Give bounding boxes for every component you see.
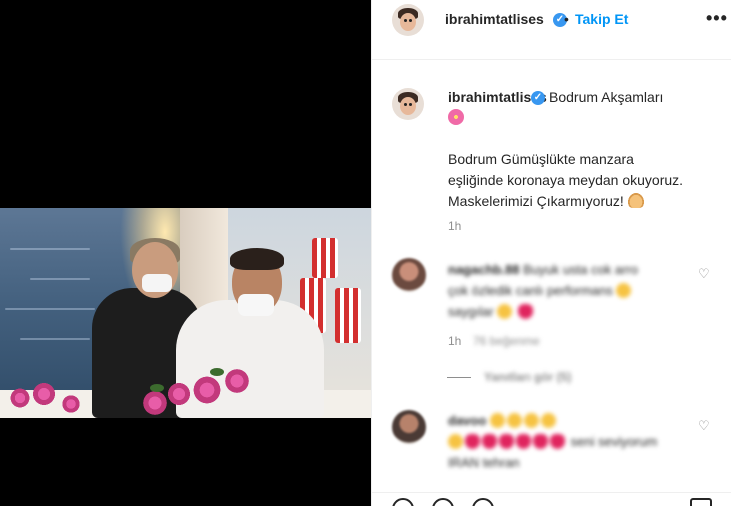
separator-dot: • (564, 11, 569, 27)
face-mask (238, 294, 274, 316)
comment-text: seni seviyorum (448, 431, 698, 452)
leaf (210, 368, 224, 376)
heart-emoji-icon (465, 434, 480, 449)
share-icon[interactable] (472, 498, 494, 506)
emoji-icon (540, 413, 556, 428)
comment-text: saygılar (448, 301, 688, 322)
comment-line: Buyuk usta cok arro (523, 262, 639, 277)
wave-highlight (20, 338, 90, 340)
wave-highlight (10, 248, 90, 250)
comment-text: nagachb.88 Buyuk usta cok arro (448, 259, 688, 280)
caption-title: Bodrum Akşamları (549, 89, 664, 105)
wave-highlight (30, 278, 90, 280)
caption-line: Bodrum Gümüşlükte manzara (448, 151, 634, 167)
leaf (150, 384, 164, 392)
comment-line: IRAN tehran (448, 455, 520, 470)
comment-username[interactable]: davoo (448, 413, 486, 428)
emoji-icon (489, 413, 505, 428)
heart-emoji-icon (517, 304, 533, 319)
comment-timestamp[interactable]: 1h (448, 334, 461, 348)
post-details-panel: ibrahimtatlises ✓ • Takip Et ••• ibrahim… (371, 0, 731, 506)
red-chair (335, 288, 361, 343)
caption-text: Bodrum Gümüşlükte manzara eşliğinde koro… (448, 149, 718, 212)
heart-emoji-icon (533, 434, 548, 449)
emoji-icon (523, 413, 539, 428)
save-icon[interactable] (690, 498, 712, 506)
like-icon[interactable] (392, 498, 414, 506)
hibiscus-emoji-icon (448, 109, 464, 125)
comment-line: çok özledik canlı performans (448, 283, 613, 298)
flowers (222, 366, 252, 396)
comment-avatar[interactable] (392, 410, 426, 444)
face-mask (142, 274, 172, 292)
heart-emoji-icon (550, 434, 565, 449)
post-photo (0, 208, 371, 418)
emoji-icon (497, 304, 513, 319)
comment-avatar[interactable] (392, 258, 426, 292)
heart-outline-icon[interactable]: ♡ (698, 267, 711, 280)
replies-divider (447, 377, 471, 378)
folded-hands-emoji-icon (627, 193, 644, 208)
heart-emoji-icon (516, 434, 531, 449)
action-bar (372, 492, 731, 506)
comment-likes[interactable]: 76 beğenme (473, 334, 540, 348)
flowers (165, 380, 193, 408)
comment-text: çok özledik canlı performans (448, 280, 688, 301)
flowers (190, 373, 224, 407)
heart-emoji-icon (499, 434, 514, 449)
heart-emoji-icon (482, 434, 497, 449)
avatar[interactable] (392, 4, 424, 36)
comment-username[interactable]: nagachb.88 (448, 262, 520, 277)
flowers (8, 386, 32, 410)
red-chair (312, 238, 338, 278)
view-replies-label: Yanıtları gör (5) (484, 370, 572, 384)
comment-text: davoo (448, 410, 698, 431)
heart-outline-icon[interactable]: ♡ (698, 419, 711, 432)
follow-button[interactable]: Takip Et (575, 11, 628, 27)
comment-line: saygılar (448, 304, 494, 319)
comment-text: IRAN tehran (448, 452, 698, 473)
avatar[interactable] (392, 88, 424, 120)
post-header: ibrahimtatlises ✓ • Takip Et ••• (372, 0, 731, 60)
verified-badge-icon: ✓ (531, 91, 545, 105)
emoji-icon (448, 434, 463, 449)
comment-line: seni seviyorum (570, 434, 658, 449)
flowers (30, 380, 58, 408)
more-options-icon[interactable]: ••• (706, 8, 728, 29)
header-username[interactable]: ibrahimtatlises (445, 11, 544, 27)
post-media[interactable] (0, 0, 371, 506)
wave-highlight (5, 308, 95, 310)
caption-timestamp[interactable]: 1h (448, 219, 461, 233)
view-replies-button[interactable]: Yanıtları gör (5) (484, 370, 571, 384)
caption-line: eşliğinde koronaya meydan okuyoruz. (448, 172, 684, 188)
flowers (60, 393, 82, 415)
comment-icon[interactable] (432, 498, 454, 506)
emoji-icon (506, 413, 522, 428)
emoji-icon (616, 283, 632, 298)
caption-line: Maskelerimizi Çıkarmıyoruz! (448, 193, 624, 209)
man-hair (230, 248, 284, 270)
